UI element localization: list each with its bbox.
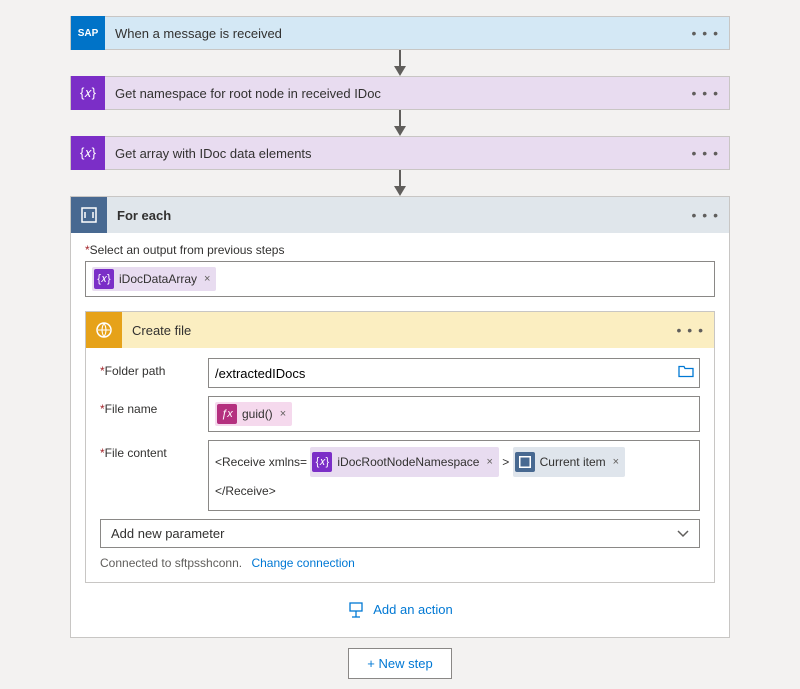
chevron-down-icon	[677, 526, 689, 541]
get-array-menu[interactable]: • • •	[682, 145, 729, 161]
arrow-icon	[390, 50, 410, 76]
get-namespace-step[interactable]: {𝑥} Get namespace for root node in recei…	[70, 76, 730, 110]
create-file-title: Create file	[122, 323, 667, 338]
create-file-menu[interactable]: • • •	[667, 322, 714, 338]
create-file-header[interactable]: Create file • • •	[86, 312, 714, 348]
variable-icon: {𝑥}	[71, 76, 105, 110]
get-array-title: Get array with IDoc data elements	[105, 146, 682, 161]
connection-info: Connected to sftpsshconn. Change connect…	[100, 556, 700, 570]
foreach-icon	[71, 197, 107, 233]
variable-icon: {𝑥}	[94, 269, 114, 289]
add-parameter-dropdown[interactable]: Add new parameter	[100, 519, 700, 548]
folder-path-input[interactable]	[208, 358, 700, 388]
file-name-label: *File name	[100, 396, 208, 416]
token-guid[interactable]: ƒx guid() ×	[215, 402, 292, 426]
trigger-menu[interactable]: • • •	[682, 25, 729, 41]
select-output-label: *Select an output from previous steps	[85, 243, 715, 257]
add-action-button[interactable]: Add an action	[85, 583, 715, 623]
token-remove[interactable]: ×	[613, 449, 619, 475]
variable-icon: {𝑥}	[71, 136, 105, 170]
arrow-icon	[390, 170, 410, 196]
get-namespace-title: Get namespace for root node in received …	[105, 86, 682, 101]
token-idocdataarray[interactable]: {𝑥} iDocDataArray ×	[92, 267, 216, 291]
token-remove[interactable]: ×	[486, 449, 492, 475]
sftp-icon	[86, 312, 122, 348]
folder-path-field[interactable]	[215, 366, 693, 381]
variable-icon: {𝑥}	[312, 452, 332, 472]
token-rootnamespace[interactable]: {𝑥} iDocRootNodeNamespace ×	[310, 447, 499, 477]
file-name-input[interactable]: ƒx guid() ×	[208, 396, 700, 432]
folder-browse-icon[interactable]	[678, 365, 694, 382]
foreach-header[interactable]: For each • • •	[71, 197, 729, 233]
get-namespace-menu[interactable]: • • •	[682, 85, 729, 101]
foreach-title: For each	[107, 208, 682, 223]
file-content-input[interactable]: <Receive xmlns= {𝑥} iDocRootNodeNamespac…	[208, 440, 700, 511]
foreach-icon	[515, 452, 535, 472]
select-output-input[interactable]: {𝑥} iDocDataArray ×	[85, 261, 715, 297]
get-array-step[interactable]: {𝑥} Get array with IDoc data elements • …	[70, 136, 730, 170]
foreach-menu[interactable]: • • •	[682, 207, 729, 223]
arrow-icon	[390, 110, 410, 136]
sap-icon: SAP	[71, 16, 105, 50]
change-connection-link[interactable]: Change connection	[251, 556, 354, 570]
trigger-title: When a message is received	[105, 26, 682, 41]
add-action-icon	[347, 601, 365, 619]
new-step-button[interactable]: + New step	[348, 648, 451, 679]
trigger-step[interactable]: SAP When a message is received • • •	[70, 16, 730, 50]
token-remove[interactable]: ×	[204, 273, 210, 285]
folder-path-label: *Folder path	[100, 358, 208, 378]
token-remove[interactable]: ×	[280, 408, 286, 420]
create-file-step: Create file • • • *Folder path	[85, 311, 715, 583]
file-content-label: *File content	[100, 440, 208, 460]
fx-icon: ƒx	[217, 404, 237, 424]
foreach-container: For each • • • *Select an output from pr…	[70, 196, 730, 638]
token-currentitem[interactable]: Current item ×	[513, 447, 625, 477]
